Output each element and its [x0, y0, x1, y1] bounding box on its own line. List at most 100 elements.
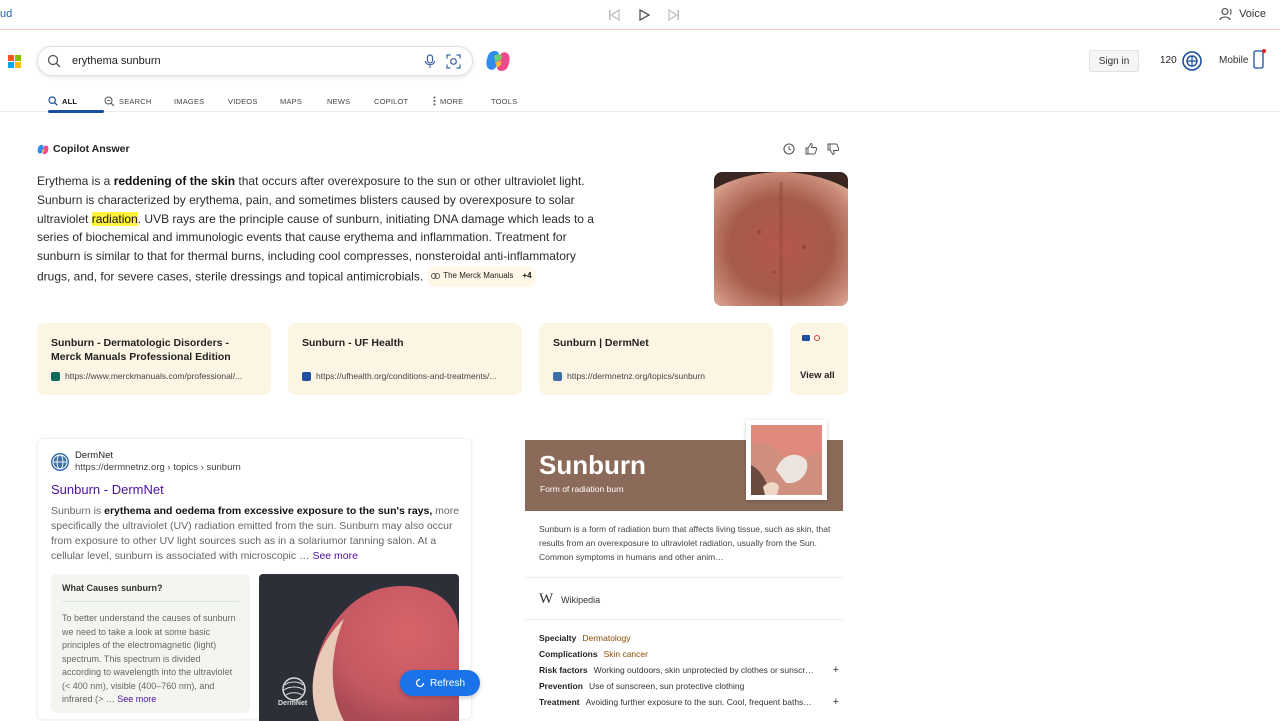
answer-text-part: Erythema is a	[37, 174, 114, 188]
fact-value-link[interactable]: Dermatology	[582, 633, 630, 643]
top-media-bar: ud Voice	[0, 0, 1280, 30]
voice-label: Voice	[1239, 8, 1266, 20]
knowledge-image[interactable]	[746, 420, 827, 500]
tab-label: NEWS	[327, 96, 351, 106]
fact-risk-factors: Risk factors Working outdoors, skin unpr…	[539, 662, 839, 678]
qa-card[interactable]: What Causes sunburn? To better understan…	[51, 574, 250, 713]
dermnet-favicon-icon	[553, 371, 562, 381]
source-card[interactable]: Sunburn - UF Health https://ufhealth.org…	[288, 323, 522, 395]
wikipedia-source[interactable]: W Wikipedia	[539, 591, 600, 608]
dermnet-watermark: DermNet	[278, 700, 308, 707]
fact-key: Treatment	[539, 697, 580, 707]
tab-images[interactable]: IMAGES	[174, 90, 228, 112]
next-track-icon[interactable]	[665, 6, 683, 24]
search-icon	[47, 54, 61, 73]
tab-maps[interactable]: MAPS	[280, 90, 327, 112]
voice-button[interactable]: Voice	[1219, 7, 1266, 21]
source-url: https://www.merckmanuals.com/professiona…	[65, 371, 243, 381]
tab-videos[interactable]: VIDEOS	[228, 90, 280, 112]
copilot-icon	[37, 144, 49, 154]
refresh-button[interactable]: Refresh	[400, 670, 480, 696]
sunburn-back-image[interactable]	[714, 172, 848, 306]
knowledge-title: Sunburn	[539, 450, 646, 480]
tab-label: VIDEOS	[228, 96, 258, 106]
source-url: https://dermnetnz.org/topics/sunburn	[567, 371, 705, 381]
fact-treatment: Treatment Avoiding further exposure to t…	[539, 694, 839, 710]
sign-in-button[interactable]: Sign in	[1089, 50, 1139, 72]
answer-feedback	[782, 142, 840, 161]
citation-label: The Merck Manuals	[443, 270, 514, 280]
source-title: Sunburn | DermNet	[553, 337, 649, 349]
source-card[interactable]: Sunburn | DermNet https://dermnetnz.org/…	[539, 323, 773, 395]
visual-search-icon[interactable]	[446, 54, 461, 74]
tab-news[interactable]: NEWS	[327, 90, 374, 112]
source-title: Sunburn - Dermatologic Disorders - Merck…	[51, 337, 231, 363]
source-cards: Sunburn - Dermatologic Disorders - Merck…	[37, 323, 848, 395]
media-controls	[605, 6, 683, 24]
tab-search[interactable]: SEARCH	[104, 90, 174, 112]
truncated-link[interactable]: ud	[0, 8, 12, 20]
copilot-search-icon	[104, 96, 115, 106]
mobile-phone-icon[interactable]	[1252, 49, 1266, 76]
source-url: https://ufhealth.org/conditions-and-trea…	[316, 371, 497, 381]
fact-prevention: Prevention Use of sunscreen, sun protect…	[539, 678, 839, 694]
divider	[525, 577, 843, 578]
thumbs-up-icon[interactable]	[804, 142, 818, 161]
fact-value-link[interactable]: Skin cancer	[604, 649, 648, 659]
search-input[interactable]: erythema sunburn	[72, 55, 161, 67]
fact-value: Use of sunscreen, sun protective clothin…	[588, 681, 745, 691]
citation-chip[interactable]: The Merck Manuals +4	[427, 265, 536, 287]
view-all-label: View all	[800, 370, 835, 381]
expand-plus-icon[interactable]: +	[829, 664, 839, 676]
answer-highlight: radiation	[91, 211, 138, 226]
link-icon	[431, 273, 441, 280]
fact-key: Complications	[539, 649, 598, 659]
search-header: erythema sunburn Sign in 120 Mobile ALL …	[0, 30, 1280, 113]
fact-value: Avoiding further exposure to the sun. Co…	[585, 697, 812, 707]
tab-copilot[interactable]: COPILOT	[374, 90, 433, 112]
fact-key: Prevention	[539, 681, 583, 691]
tab-label: MORE	[440, 96, 464, 106]
rewards-icon[interactable]	[1181, 50, 1203, 72]
copilot-icon[interactable]	[485, 50, 511, 72]
tab-all[interactable]: ALL	[48, 90, 104, 113]
rewards-points[interactable]: 120	[1160, 55, 1177, 66]
previous-track-icon[interactable]	[605, 6, 623, 24]
wikipedia-label: Wikipedia	[561, 594, 601, 605]
fact-key: Risk factors	[539, 665, 588, 675]
search-box[interactable]: erythema sunburn	[37, 46, 473, 76]
fact-key: Specialty	[539, 633, 577, 643]
view-all-sources-button[interactable]: View all	[790, 323, 848, 395]
tab-label: COPILOT	[374, 96, 409, 106]
sunburn-shoulder-image[interactable]: DermNet	[259, 574, 459, 721]
result-title-link[interactable]: Sunburn - DermNet	[51, 482, 164, 497]
expand-plus-icon[interactable]: +	[829, 696, 839, 708]
result-breadcrumb[interactable]: https://dermnetnz.org › topics › sunburn	[75, 462, 241, 473]
thumbs-down-icon[interactable]	[826, 142, 840, 161]
tab-more[interactable]: MORE	[433, 90, 491, 112]
qa-heading: What Causes sunburn?	[62, 583, 239, 602]
microphone-icon[interactable]	[424, 54, 436, 74]
play-icon[interactable]	[635, 6, 653, 24]
copilot-answer-heading: Copilot Answer	[37, 143, 130, 155]
tab-label: IMAGES	[174, 96, 205, 106]
see-more-link[interactable]: See more	[312, 550, 358, 562]
qa-see-more-link[interactable]: See more	[117, 694, 156, 704]
fact-value: Working outdoors, skin unprotected by cl…	[593, 665, 814, 675]
knowledge-facts: Specialty Dermatology Complications Skin…	[539, 630, 839, 710]
tab-label: TOOLS	[491, 96, 518, 106]
answer-bold-term: reddening of the skin	[113, 174, 236, 188]
ufhealth-favicon-icon	[302, 371, 311, 381]
search-tabs: ALL SEARCH IMAGES VIDEOS MAPS NEWS COPIL…	[48, 90, 531, 113]
source-card[interactable]: Sunburn - Dermatologic Disorders - Merck…	[37, 323, 271, 395]
fact-specialty: Specialty Dermatology	[539, 630, 839, 646]
fact-complications: Complications Skin cancer	[539, 646, 839, 662]
mobile-label[interactable]: Mobile	[1219, 55, 1248, 66]
wikipedia-icon: W	[539, 591, 554, 607]
copilot-refresh-icon[interactable]	[782, 142, 796, 161]
microsoft-logo-icon[interactable]	[8, 55, 21, 68]
dermnet-globe-icon	[51, 453, 69, 471]
source-favicons-icon	[802, 335, 820, 341]
knowledge-description: Sunburn is a form of radiation burn that…	[539, 524, 831, 562]
tab-tools[interactable]: TOOLS	[491, 90, 531, 112]
